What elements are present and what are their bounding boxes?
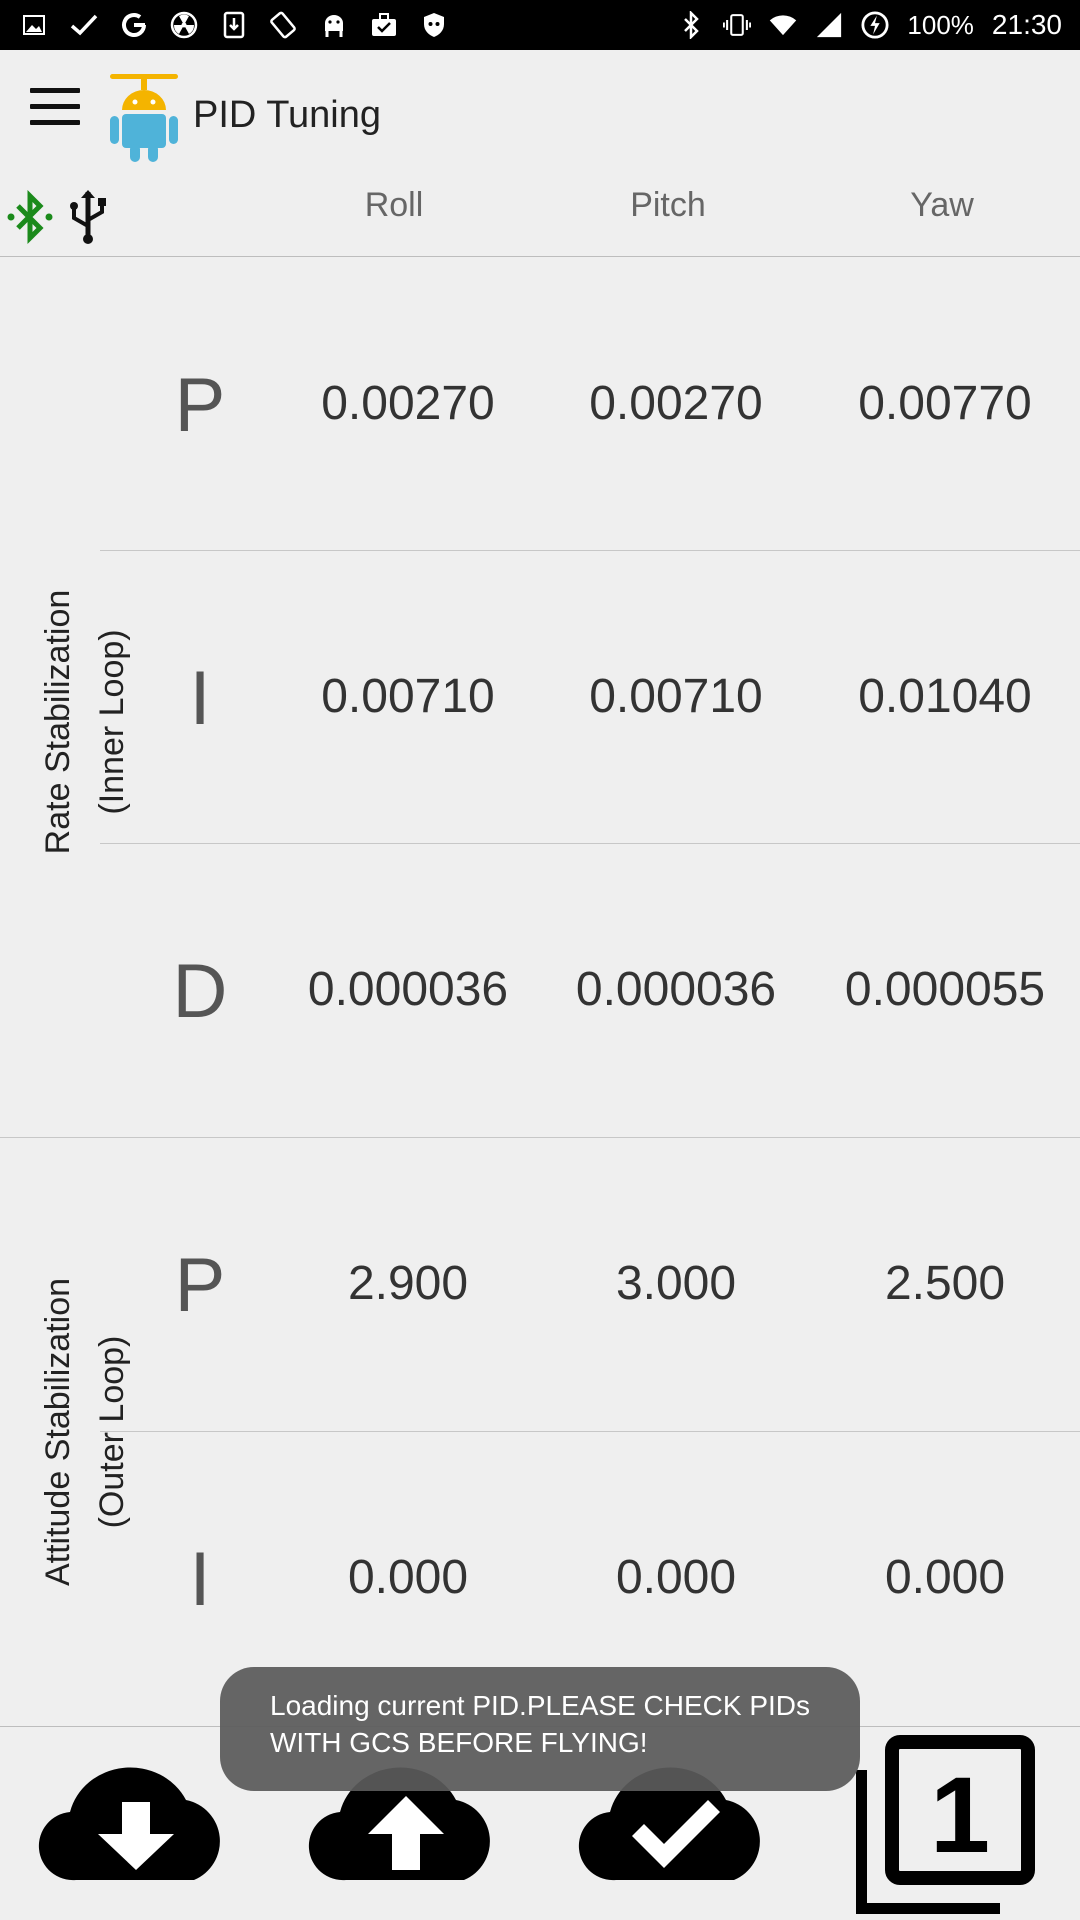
yaw-value[interactable]: 0.000055 [815,962,1075,1017]
toast-line: Loading current PID.PLEASE CHECK PIDs [270,1690,811,1721]
roll-value[interactable]: 0.00270 [278,376,538,431]
menu-icon[interactable] [30,88,80,128]
toast-message: Loading current PID.PLEASE CHECK PIDs WI… [220,1667,860,1791]
group-label-line: Rate Stabilization [39,589,77,855]
page-title: PID Tuning [193,94,381,136]
table-row: P 0.00270 0.00270 0.00770 [100,258,1080,551]
briefcase-check-icon [370,11,398,39]
google-icon [120,11,148,39]
column-header-pitch: Pitch [630,186,706,224]
status-bar: 100% 21:30 [0,0,1080,50]
download-pid-button[interactable] [36,1754,236,1890]
term-label: I [189,656,211,741]
column-header-yaw: Yaw [910,186,974,224]
yaw-value[interactable]: 0.000 [815,1550,1075,1605]
connection-status [6,188,110,251]
table-row: P 2.900 3.000 2.500 [100,1138,1080,1431]
filter-1-icon: 1 [853,1735,1035,1917]
header-divider [0,256,1080,257]
app-bar: PID Tuning [0,50,1080,180]
gallery-icon [20,11,48,39]
table-row: D 0.000036 0.000036 0.000055 [100,844,1080,1137]
yaw-value[interactable]: 0.01040 [815,669,1075,724]
term-label: P [174,1243,226,1328]
power-saver-icon [861,11,889,39]
wifi-icon [769,11,797,39]
download-icon [220,11,248,39]
yaw-value[interactable]: 0.00770 [815,376,1075,431]
vibrate-icon [723,11,752,39]
roll-value[interactable]: 0.000036 [278,962,538,1017]
bluetooth-icon [677,11,705,39]
app-logo-icon [108,66,188,166]
term-label: P [174,363,226,448]
toast-line: WITH GCS BEFORE FLYING! [270,1727,648,1758]
term-label: D [172,949,228,1034]
usb-icon[interactable] [66,188,110,251]
system-icons: 100% 21:30 [677,9,1080,41]
bluetooth-connected-icon[interactable] [6,189,54,250]
pitch-value[interactable]: 3.000 [546,1256,806,1311]
table-row: I 0.00710 0.00710 0.01040 [100,551,1080,844]
yaw-value[interactable]: 2.500 [815,1256,1075,1311]
column-header-roll: Roll [364,186,424,224]
pitch-value[interactable]: 0.00710 [546,669,806,724]
page-number: 1 [930,1754,990,1875]
group-label-line: Attitude Stabilization [39,1277,77,1587]
android-icon [320,11,348,39]
page-select-button[interactable]: 1 [853,1734,1036,1917]
clock: 21:30 [991,9,1062,40]
radiation-icon [170,11,198,39]
battery-level: 100% [907,9,974,40]
notification-icons [0,11,448,39]
check-icon [70,11,98,39]
term-label: I [189,1537,211,1622]
roll-value[interactable]: 0.00710 [278,669,538,724]
roll-value[interactable]: 0.000 [278,1550,538,1605]
pitch-value[interactable]: 0.000 [546,1550,806,1605]
roll-value[interactable]: 2.900 [278,1256,538,1311]
rotate-icon [270,11,298,39]
cloud-download-icon [38,1767,220,1881]
pitch-value[interactable]: 0.000036 [546,962,806,1017]
signal-icon [815,11,843,39]
pitch-value[interactable]: 0.00270 [546,376,806,431]
shield-icon [420,11,448,39]
